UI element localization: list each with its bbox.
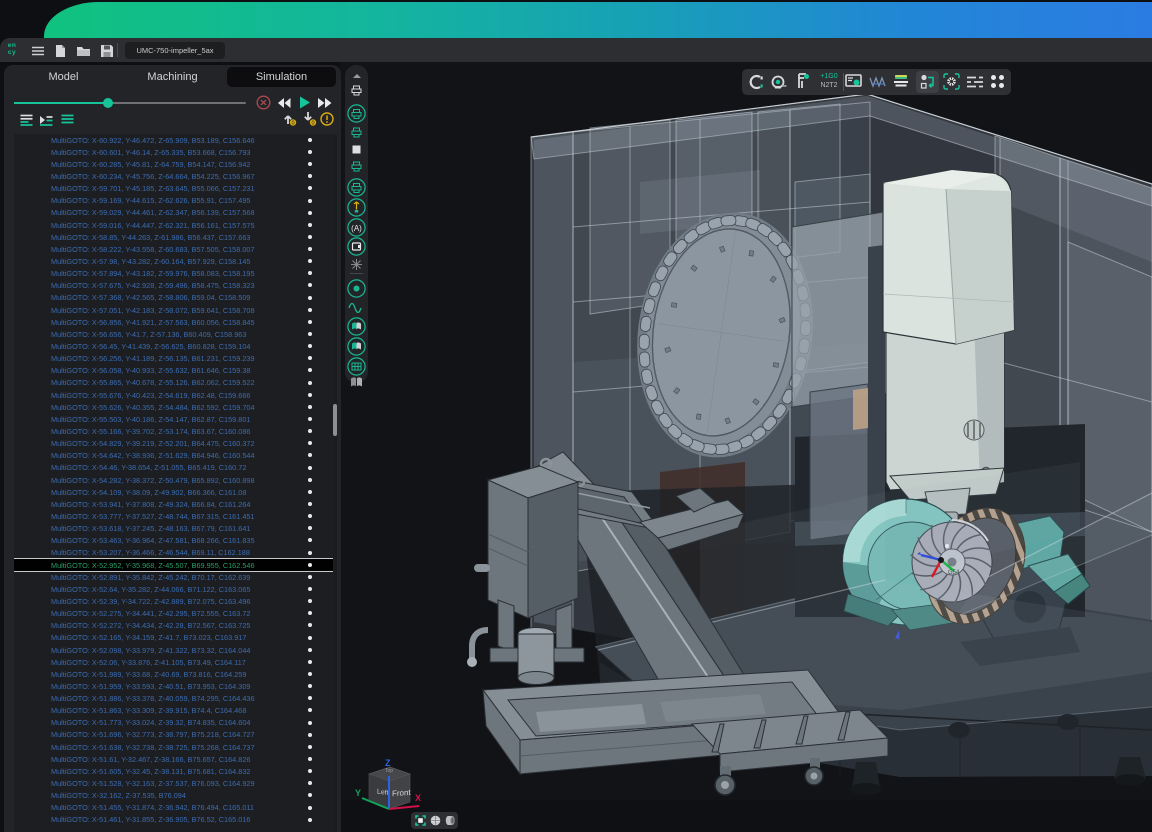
svg-text:0: 0 [291, 121, 294, 126]
svg-text:Front: Front [392, 788, 411, 798]
svg-text:Z: Z [385, 758, 391, 768]
svg-text:0: 0 [311, 121, 314, 126]
svg-text:G54: G54 [948, 570, 960, 576]
svg-text:Top: Top [385, 768, 393, 774]
svg-text:Y: Y [355, 788, 361, 798]
svg-text:(A): (A) [351, 224, 362, 233]
svg-text:X: X [415, 793, 421, 803]
